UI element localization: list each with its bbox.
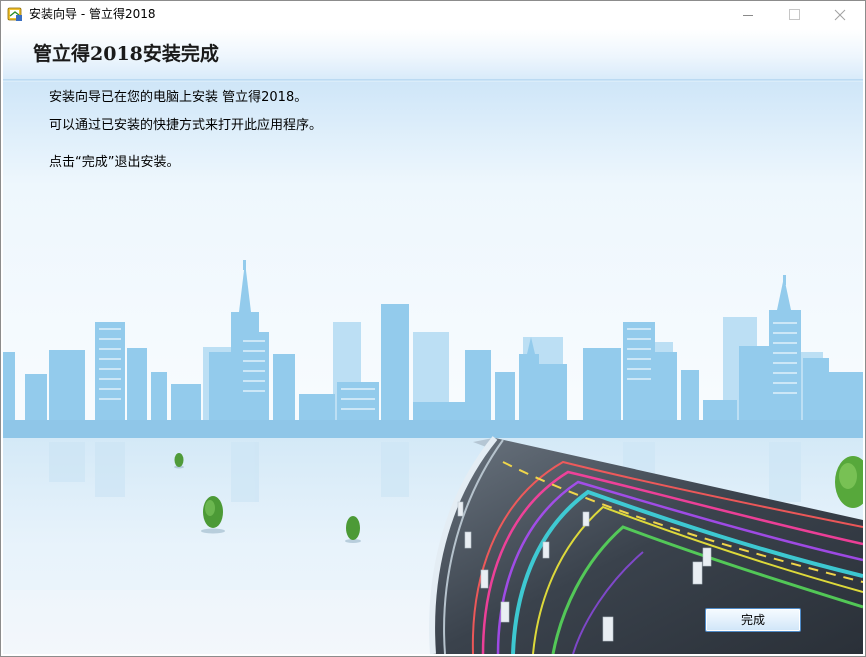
maximize-icon	[789, 9, 800, 20]
header-banner: 管立得2018安装完成	[3, 29, 863, 79]
close-button[interactable]	[817, 1, 863, 29]
finish-button[interactable]: 完成	[705, 608, 801, 632]
page-title: 管立得2018安装完成	[33, 43, 219, 65]
window-title: 安装向导 - 管立得2018	[29, 7, 156, 21]
minimize-button[interactable]	[725, 1, 771, 29]
installer-window: 安装向导 - 管立得2018 管立得2018安装完成 安装向导已在您的电脑上安装…	[0, 0, 866, 657]
install-complete-message: 安装向导已在您的电脑上安装 管立得2018。	[49, 90, 308, 105]
shortcut-hint-message: 可以通过已安装的快捷方式来打开此应用程序。	[49, 118, 323, 133]
app-icon	[7, 7, 22, 21]
close-icon	[834, 9, 846, 21]
title-bar[interactable]: 安装向导 - 管立得2018	[1, 1, 865, 29]
exit-instruction-message: 点击“完成”退出安装。	[49, 155, 180, 170]
maximize-button[interactable]	[771, 1, 817, 29]
minimize-icon	[743, 15, 753, 16]
